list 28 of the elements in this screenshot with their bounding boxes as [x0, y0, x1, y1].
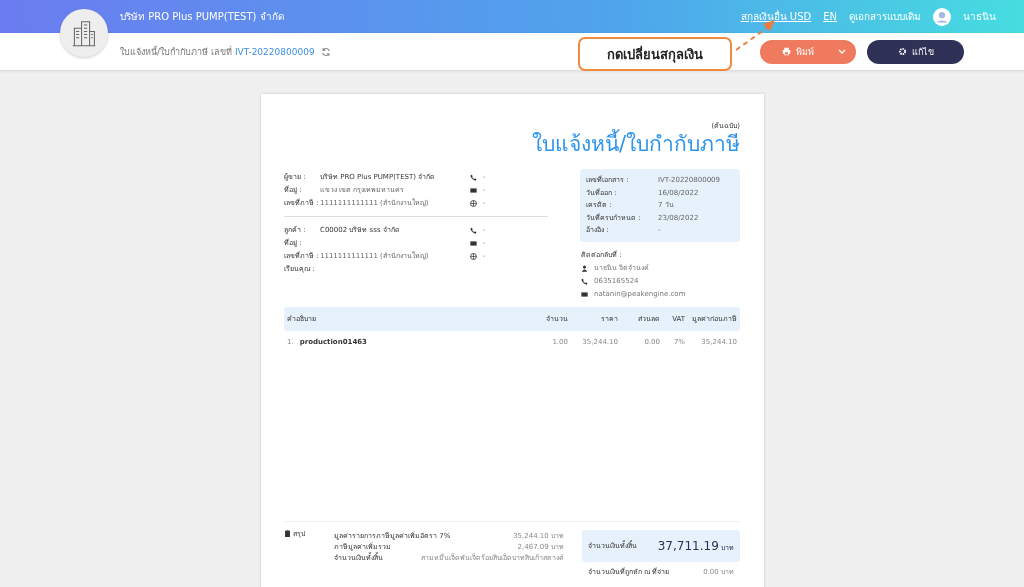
gear-icon	[897, 47, 907, 56]
phone-icon	[470, 227, 477, 234]
printer-icon	[782, 47, 791, 56]
caret-icon	[838, 49, 846, 54]
phone-icon	[470, 174, 477, 181]
mail-icon	[470, 240, 477, 247]
mail-icon	[470, 187, 477, 194]
header-link[interactable]: EN	[823, 11, 837, 22]
clipboard-icon	[284, 529, 291, 537]
person-icon	[581, 264, 588, 272]
callout-label: กดเปลี่ยนสกุลเงิน	[578, 37, 732, 71]
mail-icon	[581, 290, 588, 298]
company-name: บริษัท PRO Plus PUMP(TEST) จำกัด	[120, 10, 284, 24]
document-title: ใบแจ้งหนี้/ใบกำกับภาษี	[284, 131, 740, 157]
user-avatar-icon[interactable]	[933, 7, 951, 26]
building-icon	[72, 19, 96, 47]
breadcrumb: ใบแจ้งหนี้/ใบกำกับภาษี เลขที่	[120, 45, 232, 59]
globe-icon	[470, 200, 477, 207]
phone-icon	[581, 277, 588, 285]
document-number-link[interactable]: IVT-20220800009	[234, 46, 315, 57]
header-link[interactable]: ดูเอกสารแบบเดิม	[849, 9, 921, 24]
header-link[interactable]: สกุลเงินอื่น USD	[740, 9, 812, 24]
globe-icon	[470, 253, 477, 260]
print-button[interactable]: พิมพ์	[760, 39, 856, 64]
user-name[interactable]: นาธนิน	[963, 9, 996, 24]
total-amount: 37,711.19	[657, 538, 719, 553]
edit-button[interactable]: แก้ไข	[867, 39, 964, 64]
refresh-icon[interactable]	[320, 46, 331, 57]
